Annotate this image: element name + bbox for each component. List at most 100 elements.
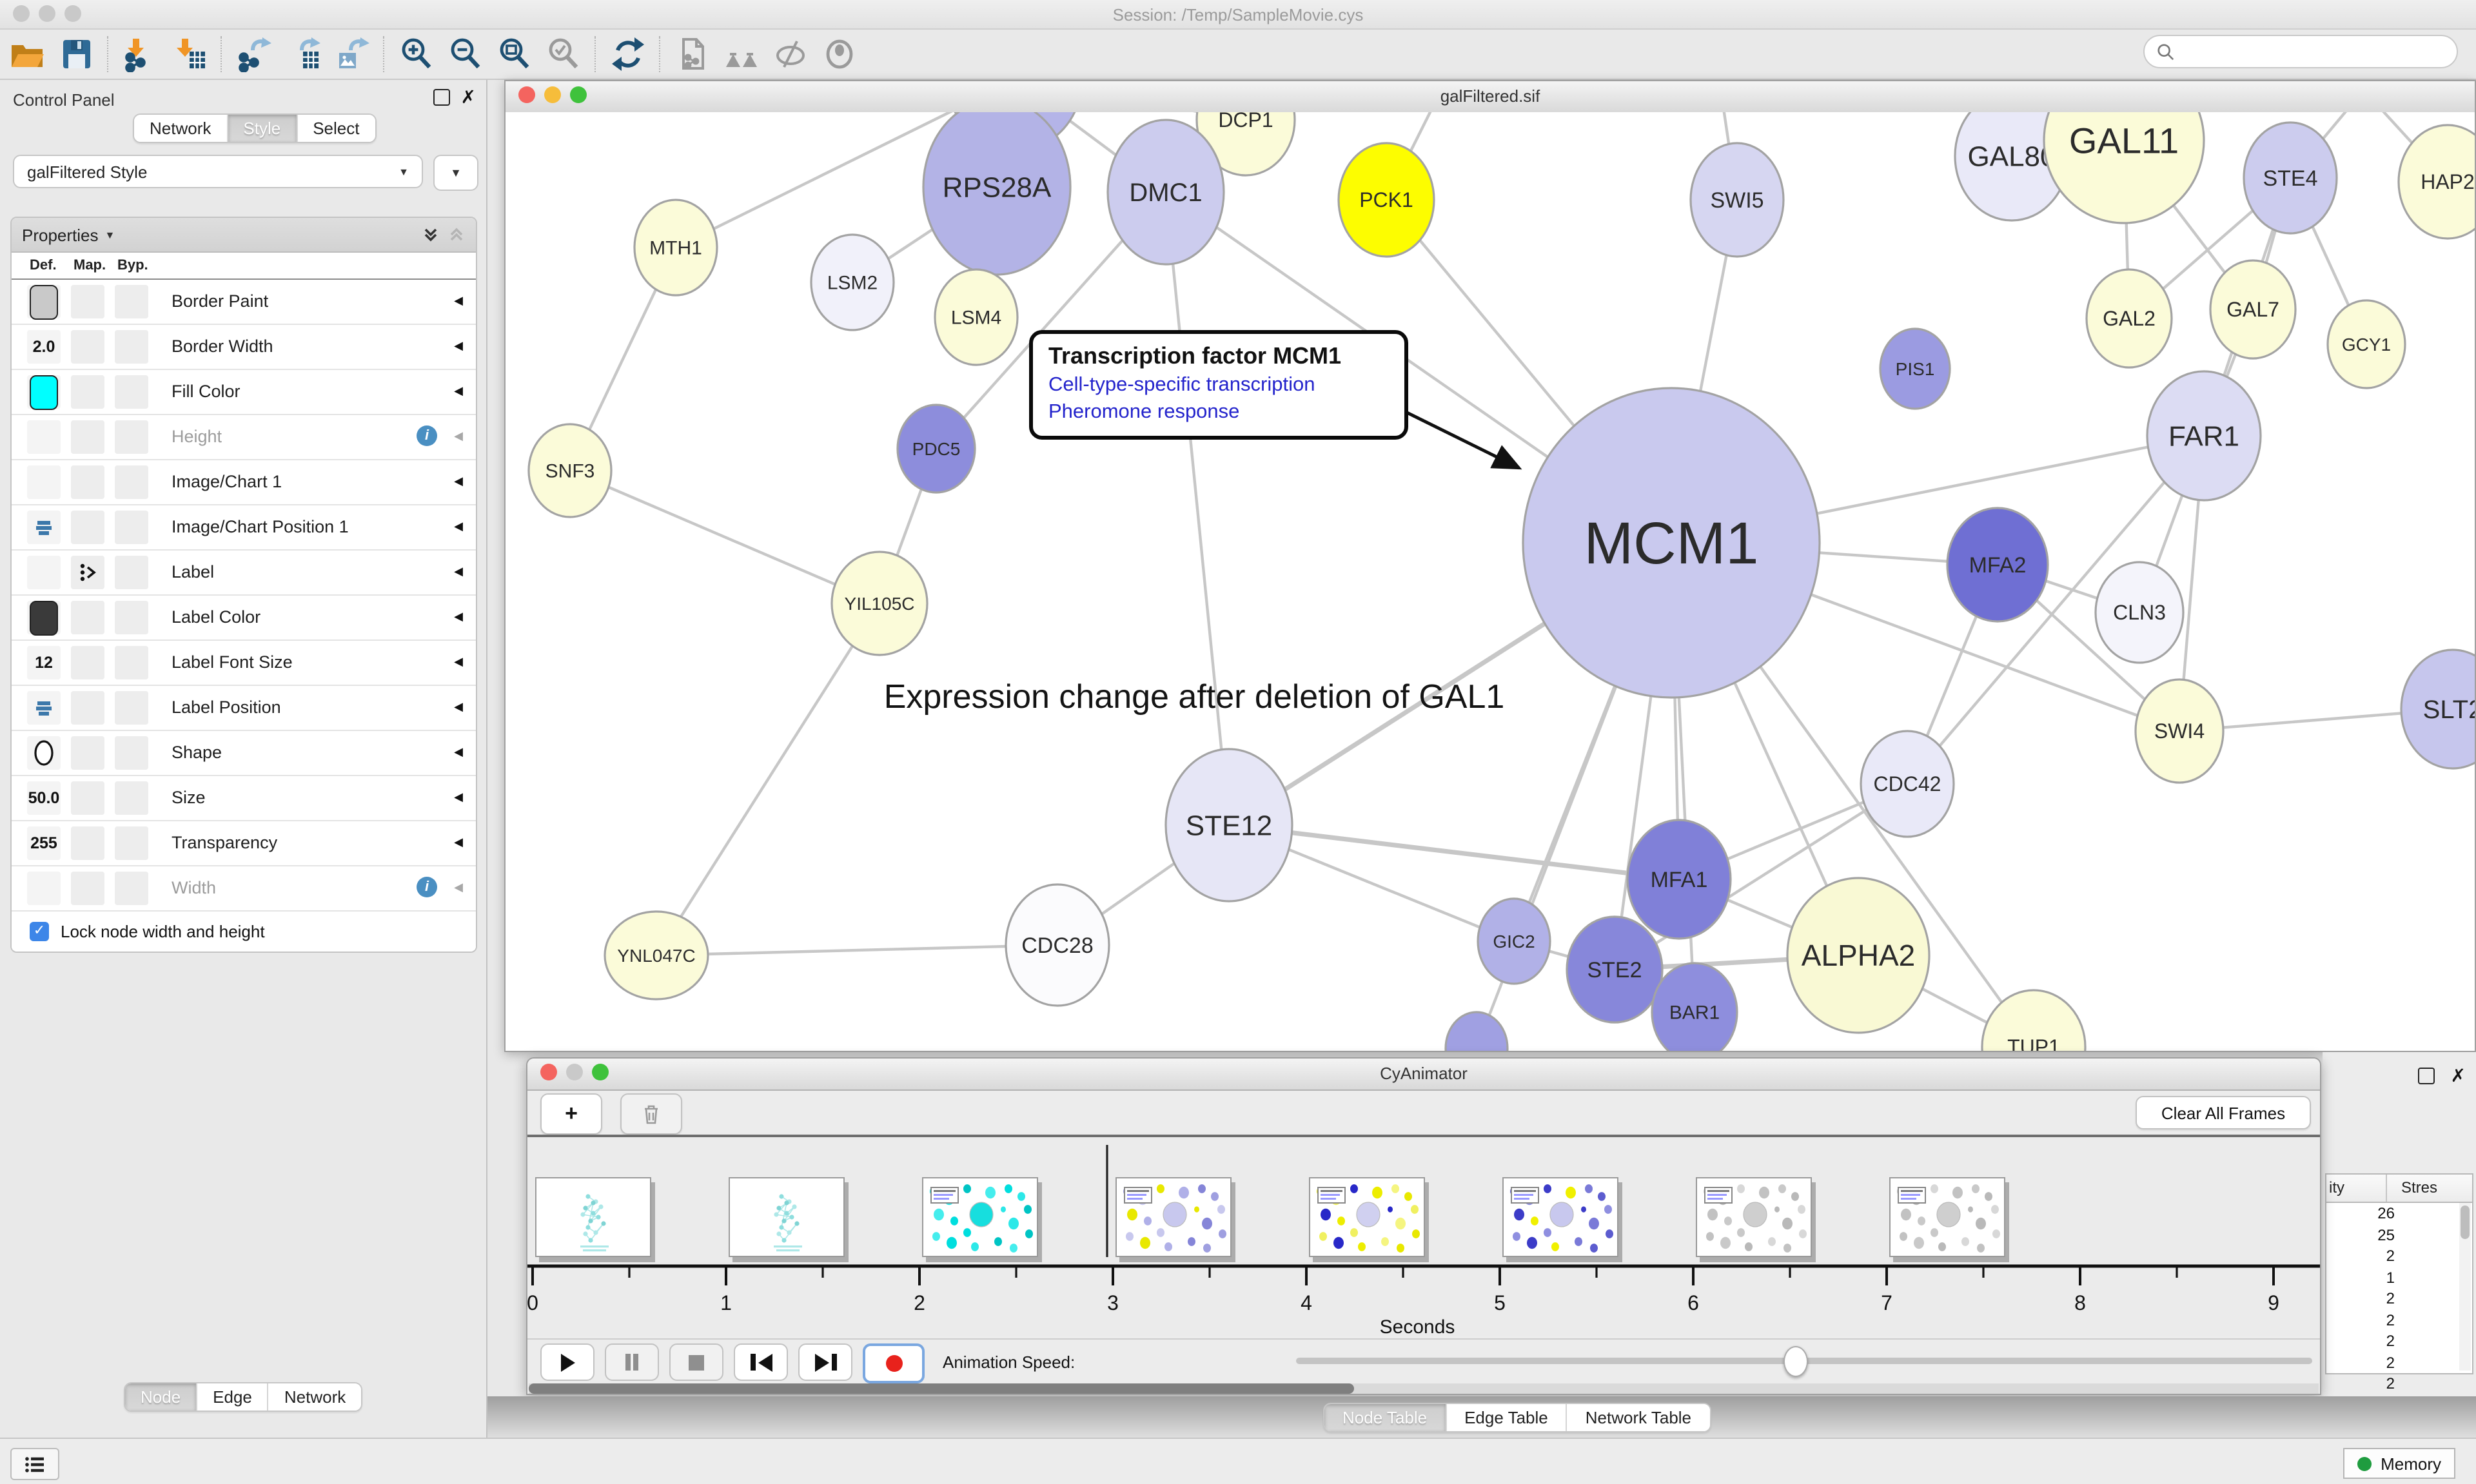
bypass-cell[interactable] bbox=[115, 511, 148, 544]
record-button[interactable] bbox=[863, 1343, 925, 1383]
frame-thumbnail-6[interactable] bbox=[1696, 1177, 1812, 1257]
eye-off-button[interactable] bbox=[766, 32, 815, 76]
expand-row-icon[interactable]: ◀ bbox=[454, 881, 463, 895]
float-table-panel-icon[interactable] bbox=[2419, 1068, 2435, 1084]
import-table-button[interactable] bbox=[165, 32, 214, 76]
search-field[interactable] bbox=[2143, 35, 2458, 68]
tab-network[interactable]: Network bbox=[134, 115, 228, 142]
default-value-cell[interactable] bbox=[27, 736, 61, 770]
frame-thumbnail-7[interactable] bbox=[1889, 1177, 2005, 1257]
default-value-cell[interactable]: 12 bbox=[27, 646, 61, 679]
lock-size-row[interactable]: ✓ Lock node width and height bbox=[12, 912, 476, 952]
mapping-cell[interactable] bbox=[71, 826, 104, 860]
skip-start-button[interactable] bbox=[734, 1343, 788, 1381]
canvas-caption[interactable]: Expression change after deletion of GAL1 bbox=[884, 678, 1505, 716]
document-share-button[interactable] bbox=[668, 32, 717, 76]
zoom-out-button[interactable] bbox=[441, 32, 490, 76]
column-header-stress[interactable]: Stres bbox=[2401, 1178, 2437, 1196]
bypass-cell[interactable] bbox=[115, 826, 148, 860]
default-value-cell[interactable] bbox=[27, 601, 61, 634]
default-value-cell[interactable] bbox=[27, 375, 61, 409]
bypass-cell[interactable] bbox=[115, 872, 148, 905]
frame-thumbnail-0[interactable] bbox=[535, 1177, 651, 1257]
bypass-cell[interactable] bbox=[115, 465, 148, 499]
mapping-cell[interactable] bbox=[71, 691, 104, 725]
style-tab-network[interactable]: Network bbox=[269, 1383, 361, 1411]
bypass-cell[interactable] bbox=[115, 601, 148, 634]
property-row-label-font-size[interactable]: 12Label Font Size◀ bbox=[12, 641, 476, 686]
network-window-titlebar[interactable]: galFiltered.sif bbox=[506, 81, 2475, 113]
expand-all-icon[interactable] bbox=[422, 226, 440, 244]
clear-all-frames-button[interactable]: Clear All Frames bbox=[2136, 1096, 2311, 1129]
frame-thumbnail-5[interactable] bbox=[1502, 1177, 1618, 1257]
network-edge[interactable] bbox=[656, 945, 1057, 955]
default-value-cell[interactable] bbox=[27, 420, 61, 454]
expand-row-icon[interactable]: ◀ bbox=[454, 339, 463, 353]
property-row-label-position[interactable]: Label Position◀ bbox=[12, 686, 476, 731]
style-tab-node[interactable]: Node bbox=[125, 1383, 197, 1411]
dock-tab-network-table[interactable]: Network Table bbox=[1567, 1404, 1709, 1431]
expand-row-icon[interactable]: ◀ bbox=[454, 610, 463, 624]
bypass-cell[interactable] bbox=[115, 691, 148, 725]
table-scrollbar-thumb[interactable] bbox=[2461, 1206, 2470, 1239]
close-panel-icon[interactable]: ✗ bbox=[461, 90, 476, 104]
property-row-label-color[interactable]: Label Color◀ bbox=[12, 596, 476, 641]
expand-row-icon[interactable]: ◀ bbox=[454, 700, 463, 714]
mapping-cell[interactable] bbox=[71, 736, 104, 770]
bypass-cell[interactable] bbox=[115, 646, 148, 679]
mapping-cell[interactable] bbox=[71, 646, 104, 679]
property-row-border-width[interactable]: 2.0Border Width◀ bbox=[12, 325, 476, 370]
property-row-fill-color[interactable]: Fill Color◀ bbox=[12, 370, 476, 415]
add-frame-button[interactable]: + bbox=[540, 1093, 602, 1135]
eye-button[interactable] bbox=[815, 32, 864, 76]
frame-thumbnail-4[interactable] bbox=[1309, 1177, 1425, 1257]
table-row[interactable]: 25 bbox=[2326, 1224, 2472, 1245]
expand-row-icon[interactable]: ◀ bbox=[454, 745, 463, 759]
pause-button[interactable] bbox=[605, 1343, 659, 1381]
tab-style[interactable]: Style bbox=[228, 115, 297, 142]
mapping-cell[interactable] bbox=[71, 872, 104, 905]
delete-frame-button[interactable] bbox=[620, 1093, 682, 1135]
style-selector[interactable]: galFiltered Style ▼ bbox=[13, 155, 423, 188]
default-value-cell[interactable] bbox=[27, 285, 61, 318]
timeline-hscrollbar[interactable] bbox=[529, 1383, 2319, 1394]
table-row[interactable]: 2 bbox=[2326, 1245, 2472, 1267]
timeline[interactable]: 0123456789Seconds bbox=[527, 1137, 2320, 1336]
export-image-button[interactable] bbox=[328, 32, 377, 76]
property-row-image-chart-1[interactable]: Image/Chart 1◀ bbox=[12, 460, 476, 505]
default-value-cell[interactable] bbox=[27, 511, 61, 544]
info-icon[interactable]: i bbox=[417, 425, 437, 446]
mapping-cell[interactable] bbox=[71, 601, 104, 634]
lock-size-checkbox[interactable]: ✓ bbox=[30, 922, 49, 941]
table-row[interactable]: 2 bbox=[2326, 1352, 2472, 1373]
import-network-button[interactable] bbox=[116, 32, 165, 76]
default-value-cell[interactable]: 2.0 bbox=[27, 330, 61, 364]
log-console-button[interactable] bbox=[10, 1448, 59, 1480]
open-folder-button[interactable] bbox=[3, 32, 52, 76]
dock-tab-edge-table[interactable]: Edge Table bbox=[1446, 1404, 1567, 1431]
default-value-cell[interactable] bbox=[27, 465, 61, 499]
timeline-hscrollbar-thumb[interactable] bbox=[529, 1383, 1354, 1394]
table-scrollbar[interactable] bbox=[2459, 1203, 2471, 1371]
cyanimator-titlebar[interactable]: CyAnimator bbox=[527, 1059, 2320, 1091]
node-table-grid[interactable]: ity Stres 26252122222 bbox=[2325, 1173, 2473, 1374]
frame-thumbnail-1[interactable] bbox=[729, 1177, 845, 1257]
tab-select[interactable]: Select bbox=[297, 115, 375, 142]
network-edge[interactable] bbox=[570, 471, 879, 603]
collapse-all-icon[interactable] bbox=[447, 226, 466, 244]
table-row[interactable]: 2 bbox=[2326, 1331, 2472, 1352]
bypass-cell[interactable] bbox=[115, 781, 148, 815]
mapping-cell[interactable] bbox=[71, 781, 104, 815]
save-button[interactable] bbox=[52, 32, 101, 76]
zoom-fit-button[interactable] bbox=[490, 32, 539, 76]
network-edge[interactable] bbox=[656, 603, 879, 955]
info-icon[interactable]: i bbox=[417, 877, 437, 897]
column-header-centrality[interactable]: ity bbox=[2329, 1178, 2344, 1196]
mapping-cell[interactable] bbox=[71, 511, 104, 544]
mapping-cell[interactable] bbox=[71, 375, 104, 409]
property-row-transparency[interactable]: 255Transparency◀ bbox=[12, 821, 476, 866]
style-tab-edge[interactable]: Edge bbox=[197, 1383, 269, 1411]
expand-row-icon[interactable]: ◀ bbox=[454, 429, 463, 444]
mapping-cell[interactable] bbox=[71, 330, 104, 364]
default-value-cell[interactable]: 50.0 bbox=[27, 781, 61, 815]
